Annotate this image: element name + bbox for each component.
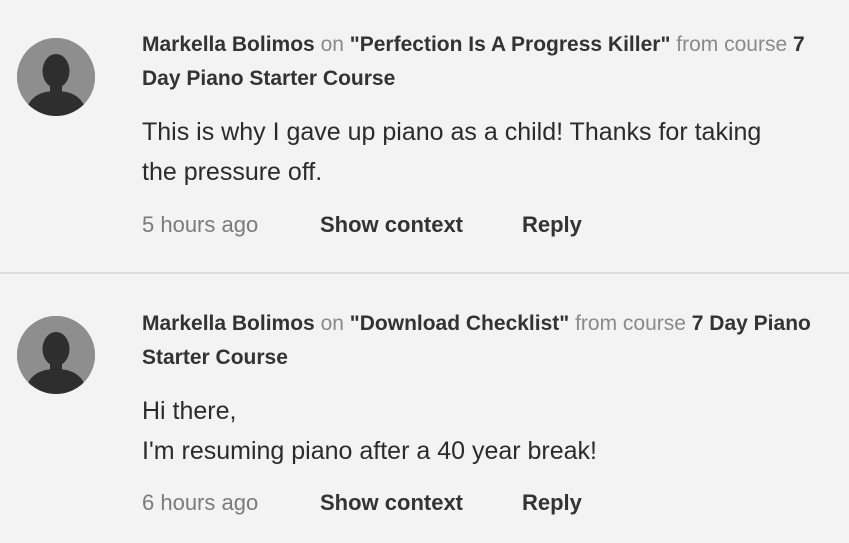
comment-actions: 5 hours ago Show context Reply (142, 210, 582, 240)
comment-body-line: This is why I gave up piano as a child! … (142, 118, 762, 186)
reply-button[interactable]: Reply (522, 488, 582, 518)
comment-body-line: I'm resuming piano after a 40 year break… (142, 437, 598, 465)
show-context-button[interactable]: Show context (320, 488, 522, 518)
meta-on-text: on (320, 33, 344, 56)
avatar[interactable] (17, 316, 95, 394)
comment-body: Hi there, I'm resuming piano after a 40 … (142, 391, 832, 471)
avatar[interactable] (17, 38, 95, 116)
comment-timestamp: 6 hours ago (142, 490, 259, 515)
reply-button[interactable]: Reply (522, 210, 582, 240)
show-context-button[interactable]: Show context (320, 210, 522, 240)
default-user-avatar-icon (17, 316, 95, 394)
meta-from-course-text: from course (575, 312, 686, 335)
default-user-avatar-icon (17, 38, 95, 116)
comment-author[interactable]: Markella Bolimos (142, 33, 315, 56)
comment-actions: 6 hours ago Show context Reply (142, 488, 582, 518)
comment-body-line: Hi there, (142, 397, 237, 425)
comment-timestamp: 5 hours ago (142, 212, 259, 237)
comment-author[interactable]: Markella Bolimos (142, 312, 315, 335)
lesson-title[interactable]: "Download Checklist" (350, 312, 569, 335)
comment-divider (0, 272, 849, 274)
comment-meta: Markella Bolimos on "Perfection Is A Pro… (142, 28, 842, 96)
comment-body: This is why I gave up piano as a child! … (142, 112, 832, 192)
comment-meta: Markella Bolimos on "Download Checklist"… (142, 307, 842, 375)
meta-from-course-text: from course (676, 33, 788, 56)
lesson-title[interactable]: "Perfection Is A Progress Killer" (350, 33, 671, 56)
meta-on-text: on (320, 312, 344, 335)
